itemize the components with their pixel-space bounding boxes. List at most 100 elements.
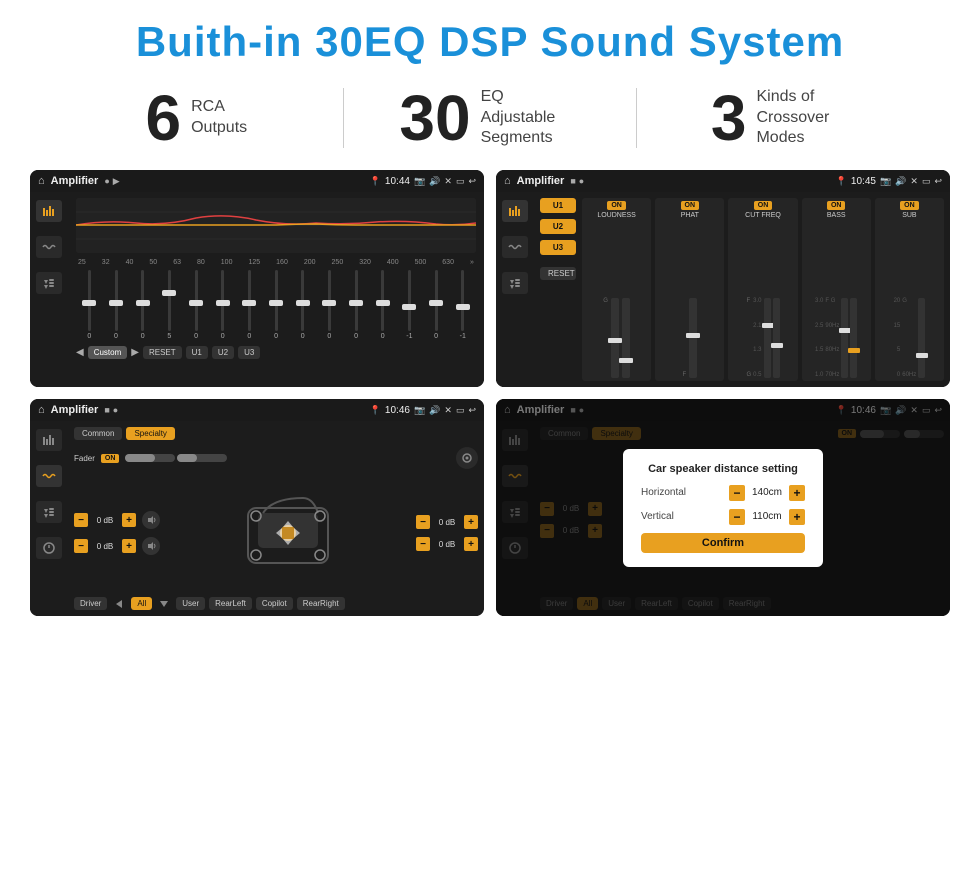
eq-label-125: 125 <box>248 259 260 266</box>
mixer-sidebar-icon-4[interactable] <box>36 537 62 559</box>
spk2-plus[interactable]: + <box>122 539 136 553</box>
eq-u3-btn[interactable]: U3 <box>238 346 260 359</box>
eq-slider-8[interactable]: 0 <box>265 270 288 340</box>
spk1-plus[interactable]: + <box>122 513 136 527</box>
loudness-on[interactable]: ON <box>607 201 626 210</box>
back-icon[interactable]: ↩ <box>468 176 476 187</box>
btn-copilot[interactable]: Copilot <box>256 597 293 610</box>
eq-slider-9[interactable]: 0 <box>291 270 314 340</box>
eq-slider-3[interactable]: 0 <box>131 270 154 340</box>
btn-user[interactable]: User <box>176 597 205 610</box>
crossover-sidebar-icon-2[interactable] <box>502 236 528 258</box>
eq-slider-4[interactable]: 5 <box>158 270 181 340</box>
fader-sliders <box>125 454 227 462</box>
spk3-plus[interactable]: + <box>464 515 478 529</box>
preset-u3[interactable]: U3 <box>540 240 576 255</box>
minimize-icon[interactable]: ▭ <box>456 176 465 187</box>
location-icon: 📍 <box>370 176 381 187</box>
vertical-minus-btn[interactable]: − <box>729 509 745 525</box>
crossover-sidebar-icon-1[interactable] <box>502 200 528 222</box>
eq-slider-7[interactable]: 0 <box>238 270 261 340</box>
location-icon-3: 📍 <box>370 405 381 416</box>
horizontal-plus-btn[interactable]: + <box>789 485 805 501</box>
eq-preset-custom[interactable]: Custom <box>88 346 128 359</box>
vertical-plus-btn[interactable]: + <box>789 509 805 525</box>
home-icon-2[interactable]: ⌂ <box>504 175 511 187</box>
fader-on-badge[interactable]: ON <box>101 454 120 463</box>
fader-row: Fader ON <box>74 447 478 469</box>
crossover-topbar: ⌂ Amplifier ■● 📍 10:45 📷 🔊 ✕ ▭ ↩ <box>496 170 950 192</box>
eq-label-200: 200 <box>304 259 316 266</box>
eq-graph <box>76 198 476 253</box>
btn-rearleft[interactable]: RearLeft <box>209 597 252 610</box>
eq-next-btn[interactable]: ▶ <box>131 347 139 358</box>
eq-slider-14[interactable]: 0 <box>425 270 448 340</box>
mixer-sidebar-icon-2[interactable] <box>36 465 62 487</box>
close-icon-3[interactable]: ✕ <box>444 405 452 416</box>
btn-rearright[interactable]: RearRight <box>297 597 345 610</box>
crossover-topbar-right: 📍 10:45 📷 🔊 ✕ ▭ ↩ <box>836 176 942 187</box>
tab-specialty[interactable]: Specialty <box>126 427 174 440</box>
minimize-icon-3[interactable]: ▭ <box>456 405 465 416</box>
eq-slider-13[interactable]: -1 <box>398 270 421 340</box>
eq-sidebar-icon-1[interactable] <box>36 200 62 222</box>
distance-dialog: Car speaker distance setting Horizontal … <box>623 449 823 567</box>
mixer-sidebar-icon-1[interactable] <box>36 429 62 451</box>
arrow-left-icon <box>111 599 127 609</box>
phat-on[interactable]: ON <box>681 201 700 210</box>
spk4-minus[interactable]: − <box>416 537 430 551</box>
distance-screen-body: Common Specialty ON −0 dB+ −0 dB+ <box>496 421 950 616</box>
eq-u2-btn[interactable]: U2 <box>212 346 234 359</box>
fader-bar-2[interactable] <box>177 454 227 462</box>
eq-sidebar-icon-3[interactable] <box>36 272 62 294</box>
eq-prev-btn[interactable]: ◀ <box>76 347 84 358</box>
eq-slider-2[interactable]: 0 <box>105 270 128 340</box>
bass-on[interactable]: ON <box>827 201 846 210</box>
spk4-plus[interactable]: + <box>464 537 478 551</box>
eq-slider-15[interactable]: -1 <box>451 270 474 340</box>
mixer-sidebar <box>30 421 68 616</box>
eq-slider-11[interactable]: 0 <box>345 270 368 340</box>
eq-slider-5[interactable]: 0 <box>185 270 208 340</box>
eq-reset-btn[interactable]: RESET <box>143 346 182 359</box>
btn-all[interactable]: All <box>131 597 152 610</box>
home-icon-3[interactable]: ⌂ <box>38 404 45 416</box>
eq-expand-icon[interactable]: » <box>470 259 474 266</box>
dialog-horizontal-row: Horizontal − 140cm + <box>641 485 805 501</box>
close-icon[interactable]: ✕ <box>444 176 452 187</box>
close-icon-2[interactable]: ✕ <box>910 176 918 187</box>
eq-slider-6[interactable]: 0 <box>211 270 234 340</box>
eq-slider-1[interactable]: 0 <box>78 270 101 340</box>
channel-bass: ON BASS 3.0 2.5 1.5 1.0 F G 90Hz <box>802 198 871 381</box>
home-icon[interactable]: ⌂ <box>38 175 45 187</box>
eq-slider-10[interactable]: 0 <box>318 270 341 340</box>
crossover-sidebar-icon-3[interactable] <box>502 272 528 294</box>
spk1-minus[interactable]: − <box>74 513 88 527</box>
back-icon-3[interactable]: ↩ <box>468 405 476 416</box>
minimize-icon-2[interactable]: ▭ <box>922 176 931 187</box>
sub-on[interactable]: ON <box>900 201 919 210</box>
mixer-status-dots: ■● <box>104 405 118 415</box>
eq-u1-btn[interactable]: U1 <box>186 346 208 359</box>
preset-u1[interactable]: U1 <box>540 198 576 213</box>
cutfreq-on[interactable]: ON <box>754 201 773 210</box>
fader-bar-1[interactable] <box>125 454 175 462</box>
eq-bottom-bar: ◀ Custom ▶ RESET U1 U2 U3 <box>76 346 476 359</box>
spk2-minus[interactable]: − <box>74 539 88 553</box>
eq-slider-12[interactable]: 0 <box>371 270 394 340</box>
tab-common[interactable]: Common <box>74 427 122 440</box>
crossover-reset-btn[interactable]: RESET <box>540 267 576 280</box>
spk3-minus[interactable]: − <box>416 515 430 529</box>
back-icon-2[interactable]: ↩ <box>934 176 942 187</box>
stat-crossover-label: Kinds ofCrossover Modes <box>756 87 856 149</box>
stats-section: 6 RCAOutputs 30 EQ AdjustableSegments 3 … <box>0 76 980 164</box>
mixer-sidebar-icon-3[interactable] <box>36 501 62 523</box>
crossover-presets: U1 U2 U3 RESET <box>540 198 576 381</box>
btn-driver[interactable]: Driver <box>74 597 107 610</box>
settings-circle-icon[interactable] <box>456 447 478 469</box>
horizontal-minus-btn[interactable]: − <box>729 485 745 501</box>
preset-u2[interactable]: U2 <box>540 219 576 234</box>
confirm-button[interactable]: Confirm <box>641 533 805 553</box>
eq-sidebar-icon-2[interactable] <box>36 236 62 258</box>
mixer-app-title: Amplifier <box>51 404 99 416</box>
